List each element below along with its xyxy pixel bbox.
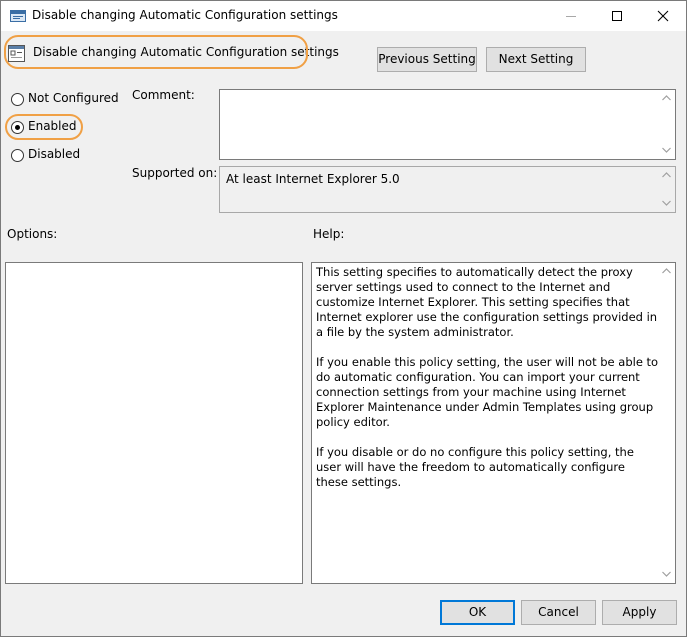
help-label: Help: (313, 227, 345, 241)
scroll-down-icon[interactable] (658, 142, 675, 159)
title-bar[interactable]: Disable changing Automatic Configuration… (1, 1, 686, 31)
minimize-button[interactable] (548, 1, 594, 31)
radio-circle (11, 93, 24, 106)
supported-on-label: Supported on: (132, 166, 218, 180)
previous-setting-button[interactable]: Previous Setting (377, 47, 477, 72)
cancel-button[interactable]: Cancel (521, 600, 596, 625)
radio-label: Disabled (28, 147, 81, 161)
supported-on-box: At least Internet Explorer 5.0 (219, 166, 676, 213)
options-label: Options: (7, 227, 58, 241)
help-panel: This setting specifies to automatically … (311, 262, 676, 584)
policy-app-icon (10, 8, 26, 24)
scroll-down-icon[interactable] (658, 566, 675, 583)
scroll-down-icon[interactable] (658, 195, 675, 212)
radio-label: Enabled (28, 119, 77, 133)
help-paragraph: If you enable this policy setting, the u… (316, 355, 659, 429)
radio-circle (11, 149, 24, 162)
policy-dialog-window: Disable changing Automatic Configuration… (0, 0, 687, 637)
scroll-up-icon[interactable] (658, 90, 675, 107)
scroll-up-icon[interactable] (658, 263, 675, 280)
supported-on-value: At least Internet Explorer 5.0 (226, 172, 400, 186)
supported-scrollbar[interactable] (658, 167, 675, 212)
comment-scrollbar[interactable] (658, 90, 675, 159)
close-button[interactable] (640, 1, 686, 31)
scroll-up-icon[interactable] (658, 167, 675, 184)
help-paragraph: This setting specifies to automatically … (316, 265, 658, 339)
policy-header: Disable changing Automatic Configuration… (1, 31, 686, 81)
next-setting-button[interactable]: Next Setting (486, 47, 586, 72)
radio-label: Not Configured (28, 91, 119, 105)
options-panel (5, 262, 303, 584)
apply-button[interactable]: Apply (602, 600, 677, 625)
close-icon (657, 10, 669, 22)
window-title: Disable changing Automatic Configuration… (32, 8, 338, 22)
policy-name: Disable changing Automatic Configuration… (33, 45, 339, 59)
help-text: This setting specifies to automatically … (316, 265, 660, 505)
comment-textbox[interactable] (219, 89, 676, 160)
maximize-button[interactable] (594, 1, 640, 31)
policy-setting-icon (8, 45, 25, 62)
help-scrollbar[interactable] (658, 263, 675, 583)
help-paragraph: If you disable or do no configure this p… (316, 445, 634, 489)
comment-label: Comment: (132, 88, 195, 102)
radio-circle-selected (11, 121, 24, 134)
ok-button[interactable]: OK (440, 600, 515, 625)
